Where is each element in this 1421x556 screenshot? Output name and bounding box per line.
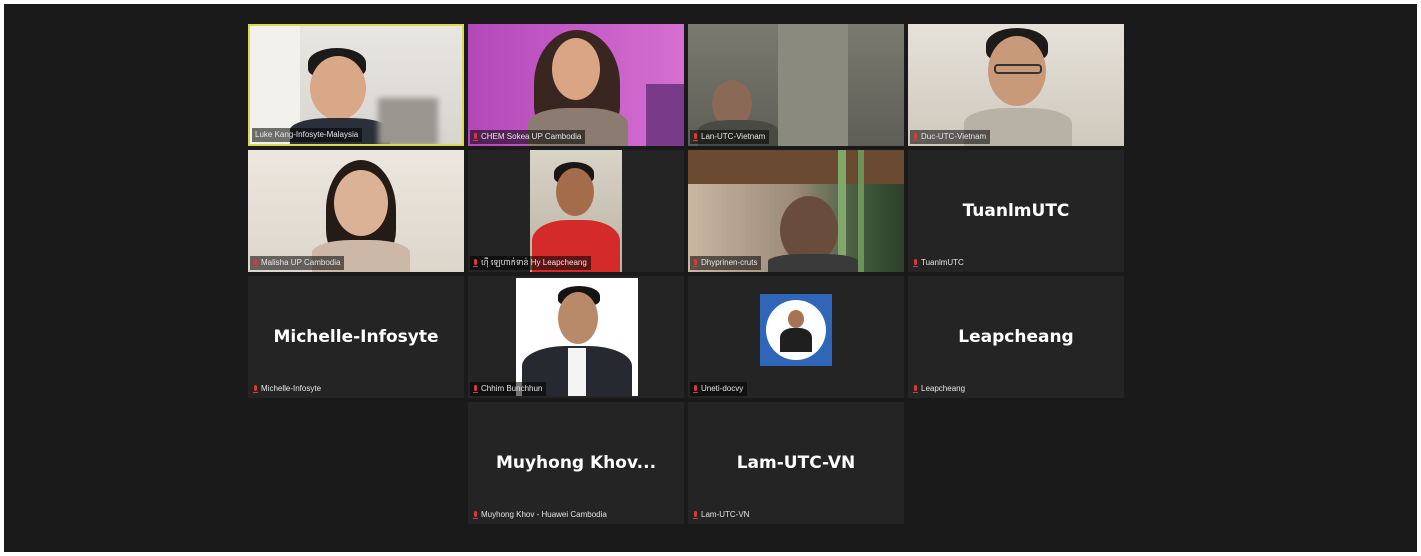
participant-name: Muyhong Khov - Huawei Cambodia	[481, 510, 607, 519]
participant-tile-hy-leapcheang[interactable]: ហ៊ី ឡេហាក់ទាន់ Hy Leapcheang	[468, 150, 684, 272]
participant-tile-tuanlm[interactable]: TuanlmUTC TuanlmUTC	[908, 150, 1124, 272]
participant-grid: Luke Kang-Infosyte-Malaysia CHEM Sokea U…	[246, 22, 1126, 532]
muted-mic-icon	[253, 258, 258, 268]
participant-display-name: Lam-UTC-VN	[736, 453, 856, 473]
participant-name-tag: Chhim Bunchhun	[470, 382, 547, 396]
participant-name: Chhim Bunchhun	[481, 384, 543, 393]
muted-mic-icon	[473, 132, 478, 142]
participant-name: Lan-UTC-Vietnam	[701, 132, 766, 141]
participant-name-tag: Muyhong Khov - Huawei Cambodia	[470, 508, 611, 522]
participant-display-name: TuanlmUTC	[962, 201, 1070, 221]
participant-tile-malisha[interactable]: Malisha UP Cambodia	[248, 150, 464, 272]
participant-name-tag: Dhyprinen-cruts	[690, 256, 762, 270]
participant-name: Lam-UTC-VN	[701, 510, 750, 519]
muted-mic-icon	[913, 258, 918, 268]
participant-display-name: Leapcheang	[958, 327, 1074, 347]
muted-mic-icon	[473, 510, 478, 520]
muted-mic-icon	[693, 258, 698, 268]
participant-tile-luke[interactable]: Luke Kang-Infosyte-Malaysia	[248, 24, 464, 146]
muted-mic-icon	[693, 384, 698, 394]
participant-name-tag: Luke Kang-Infosyte-Malaysia	[252, 128, 363, 142]
participant-video	[248, 150, 464, 272]
profile-logo	[760, 294, 832, 366]
participant-name-tag: Lan-UTC-Vietnam	[690, 130, 770, 144]
participant-tile-muyhong[interactable]: Muyhong Khov... Muyhong Khov - Huawei Ca…	[468, 402, 684, 524]
participant-name: Dhyprinen-cruts	[701, 258, 758, 267]
participant-tile-dhyprinen[interactable]: Dhyprinen-cruts	[688, 150, 904, 272]
participant-name: CHEM Sokea UP Cambodia	[481, 132, 582, 141]
participant-name-tag: CHEM Sokea UP Cambodia	[470, 130, 586, 144]
participant-video	[250, 26, 462, 144]
participant-tile-duc[interactable]: Duc-UTC-Vietnam	[908, 24, 1124, 146]
participant-tile-michelle[interactable]: Michelle-Infosyte Michelle-Infosyte	[248, 276, 464, 398]
profile-photo	[516, 278, 638, 396]
participant-tile-uneti[interactable]: Uneti-docvy	[688, 276, 904, 398]
participant-tile-leapcheang[interactable]: Leapcheang Leapcheang	[908, 276, 1124, 398]
participant-name-tag: Uneti-docvy	[690, 382, 748, 396]
participant-name: TuanlmUTC	[921, 258, 964, 267]
participant-name-tag: Malisha UP Cambodia	[250, 256, 345, 270]
participant-video	[688, 150, 904, 272]
participant-name-tag: Leapcheang	[910, 382, 969, 396]
participant-display-name: Muyhong Khov...	[495, 453, 657, 473]
participant-tile-chem-sokea[interactable]: CHEM Sokea UP Cambodia	[468, 24, 684, 146]
muted-mic-icon	[913, 384, 918, 394]
participant-name-tag: Lam-UTC-VN	[690, 508, 753, 522]
participant-display-name: Michelle-Infosyte	[273, 327, 439, 347]
participant-name-tag: TuanlmUTC	[910, 256, 968, 270]
participant-name: Malisha UP Cambodia	[261, 258, 341, 267]
muted-mic-icon	[473, 258, 478, 268]
muted-mic-icon	[913, 132, 918, 142]
muted-mic-icon	[693, 132, 698, 142]
participant-name: Michelle-Infosyte	[261, 384, 322, 393]
participant-name: Leapcheang	[921, 384, 966, 393]
participant-video	[688, 24, 904, 146]
participant-name: ហ៊ី ឡេហាក់ទាន់ Hy Leapcheang	[481, 258, 587, 267]
muted-mic-icon	[693, 510, 698, 520]
meeting-gallery-view: Luke Kang-Infosyte-Malaysia CHEM Sokea U…	[4, 4, 1417, 552]
muted-mic-icon	[473, 384, 478, 394]
participant-video	[908, 24, 1124, 146]
participant-name-tag: ហ៊ី ឡេហាក់ទាន់ Hy Leapcheang	[470, 256, 591, 270]
participant-name: Duc-UTC-Vietnam	[921, 132, 987, 141]
participant-tile-lan[interactable]: Lan-UTC-Vietnam	[688, 24, 904, 146]
participant-name-tag: Michelle-Infosyte	[250, 382, 325, 396]
participant-name-tag: Duc-UTC-Vietnam	[910, 130, 991, 144]
muted-mic-icon	[253, 384, 258, 394]
participant-video	[468, 24, 684, 146]
participant-name: Uneti-docvy	[701, 384, 744, 393]
participant-name: Luke Kang-Infosyte-Malaysia	[255, 130, 359, 139]
participant-tile-chhim-bunchhun[interactable]: Chhim Bunchhun	[468, 276, 684, 398]
participant-video	[530, 150, 622, 272]
participant-tile-lam[interactable]: Lam-UTC-VN Lam-UTC-VN	[688, 402, 904, 524]
